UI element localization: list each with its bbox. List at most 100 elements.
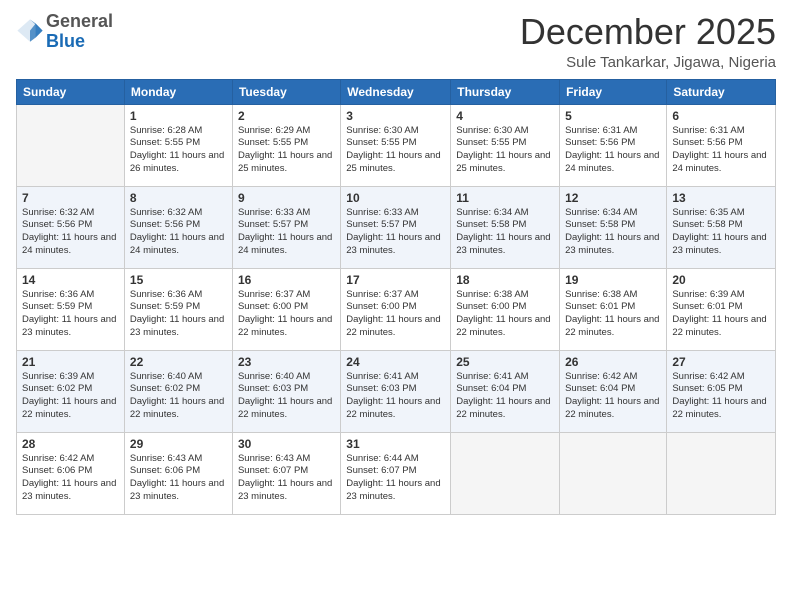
day-number: 27	[672, 355, 770, 369]
calendar-cell	[560, 432, 667, 514]
calendar-week-row: 1 Sunrise: 6:28 AM Sunset: 5:55 PM Daylig…	[17, 104, 776, 186]
day-number: 19	[565, 273, 661, 287]
day-info: Sunrise: 6:39 AM Sunset: 6:01 PM Dayligh…	[672, 289, 770, 340]
day-number: 5	[565, 109, 661, 123]
calendar-week-row: 7Sunrise: 6:32 AM Sunset: 5:56 PM Daylig…	[17, 186, 776, 268]
logo-icon	[16, 18, 44, 46]
day-info: Sunrise: 6:43 AM Sunset: 6:06 PM Dayligh…	[130, 453, 227, 504]
day-info: Sunrise: 6:43 AM Sunset: 6:07 PM Dayligh…	[238, 453, 335, 504]
calendar-cell: 21Sunrise: 6:39 AM Sunset: 6:02 PM Dayli…	[17, 350, 125, 432]
calendar-week-row: 14 Sunrise: 6:36 AM Sunset: 5:59 PM Dayli…	[17, 268, 776, 350]
day-number: 14	[22, 273, 119, 287]
day-info: Sunrise: 6:42 AM Sunset: 6:05 PM Dayligh…	[672, 371, 770, 422]
day-info: Sunrise: 6:40 AM Sunset: 6:02 PM Dayligh…	[130, 371, 227, 422]
day-info: Sunrise: 6:36 AM Sunset: 5:59 PM Dayligh…	[22, 289, 119, 340]
page: General Blue December 2025 Sule Tankarka…	[0, 0, 792, 612]
col-header-saturday: Saturday	[667, 79, 776, 104]
calendar-cell: 20 Sunrise: 6:39 AM Sunset: 6:01 PM Dayli…	[667, 268, 776, 350]
day-number: 22	[130, 355, 227, 369]
calendar-cell	[451, 432, 560, 514]
day-number: 6	[672, 109, 770, 123]
day-info: Sunrise: 6:30 AM Sunset: 5:55 PM Dayligh…	[456, 125, 554, 176]
calendar-cell: 10 Sunrise: 6:33 AM Sunset: 5:57 PM Dayli…	[341, 186, 451, 268]
calendar-cell: 24Sunrise: 6:41 AM Sunset: 6:03 PM Dayli…	[341, 350, 451, 432]
title-block: December 2025 Sule Tankarkar, Jigawa, Ni…	[520, 12, 776, 71]
calendar-cell: 11Sunrise: 6:34 AM Sunset: 5:58 PM Dayli…	[451, 186, 560, 268]
calendar-week-row: 28 Sunrise: 6:42 AM Sunset: 6:06 PM Dayli…	[17, 432, 776, 514]
day-number: 29	[130, 437, 227, 451]
col-header-thursday: Thursday	[451, 79, 560, 104]
day-number: 4	[456, 109, 554, 123]
col-header-monday: Monday	[124, 79, 232, 104]
day-number: 15	[130, 273, 227, 287]
day-number: 13	[672, 191, 770, 205]
calendar-cell	[17, 104, 125, 186]
day-info: Sunrise: 6:30 AM Sunset: 5:55 PM Dayligh…	[346, 125, 445, 176]
calendar-cell: 16 Sunrise: 6:37 AM Sunset: 6:00 PM Dayli…	[232, 268, 340, 350]
col-header-friday: Friday	[560, 79, 667, 104]
calendar-week-row: 21Sunrise: 6:39 AM Sunset: 6:02 PM Dayli…	[17, 350, 776, 432]
day-number: 16	[238, 273, 335, 287]
month-title: December 2025	[520, 12, 776, 52]
day-info: Sunrise: 6:36 AM Sunset: 5:59 PM Dayligh…	[130, 289, 227, 340]
day-number: 12	[565, 191, 661, 205]
day-info: Sunrise: 6:34 AM Sunset: 5:58 PM Dayligh…	[456, 207, 554, 258]
calendar-cell: 17Sunrise: 6:37 AM Sunset: 6:00 PM Dayli…	[341, 268, 451, 350]
day-info: Sunrise: 6:38 AM Sunset: 6:01 PM Dayligh…	[565, 289, 661, 340]
calendar-cell: 14 Sunrise: 6:36 AM Sunset: 5:59 PM Dayli…	[17, 268, 125, 350]
day-number: 31	[346, 437, 445, 451]
day-info: Sunrise: 6:40 AM Sunset: 6:03 PM Dayligh…	[238, 371, 335, 422]
day-info: Sunrise: 6:31 AM Sunset: 5:56 PM Dayligh…	[565, 125, 661, 176]
calendar-cell: 12 Sunrise: 6:34 AM Sunset: 5:58 PM Dayli…	[560, 186, 667, 268]
day-number: 7	[22, 191, 119, 205]
day-number: 23	[238, 355, 335, 369]
day-number: 24	[346, 355, 445, 369]
calendar-cell: 4 Sunrise: 6:30 AM Sunset: 5:55 PM Daylig…	[451, 104, 560, 186]
calendar-cell: 31 Sunrise: 6:44 AM Sunset: 6:07 PM Dayli…	[341, 432, 451, 514]
day-number: 2	[238, 109, 335, 123]
calendar-cell: 18 Sunrise: 6:38 AM Sunset: 6:00 PM Dayli…	[451, 268, 560, 350]
calendar-cell: 5 Sunrise: 6:31 AM Sunset: 5:56 PM Daylig…	[560, 104, 667, 186]
calendar-table: SundayMondayTuesdayWednesdayThursdayFrid…	[16, 79, 776, 515]
calendar-cell: 6 Sunrise: 6:31 AM Sunset: 5:56 PM Daylig…	[667, 104, 776, 186]
day-number: 18	[456, 273, 554, 287]
calendar-cell: 30 Sunrise: 6:43 AM Sunset: 6:07 PM Dayli…	[232, 432, 340, 514]
day-info: Sunrise: 6:31 AM Sunset: 5:56 PM Dayligh…	[672, 125, 770, 176]
calendar-cell: 8Sunrise: 6:32 AM Sunset: 5:56 PM Daylig…	[124, 186, 232, 268]
day-info: Sunrise: 6:33 AM Sunset: 5:57 PM Dayligh…	[238, 207, 335, 258]
day-info: Sunrise: 6:28 AM Sunset: 5:55 PM Dayligh…	[130, 125, 227, 176]
day-info: Sunrise: 6:37 AM Sunset: 6:00 PM Dayligh…	[238, 289, 335, 340]
day-info: Sunrise: 6:41 AM Sunset: 6:04 PM Dayligh…	[456, 371, 554, 422]
day-info: Sunrise: 6:39 AM Sunset: 6:02 PM Dayligh…	[22, 371, 119, 422]
day-number: 26	[565, 355, 661, 369]
logo-text: General Blue	[46, 12, 113, 52]
calendar-cell: 15 Sunrise: 6:36 AM Sunset: 5:59 PM Dayli…	[124, 268, 232, 350]
location-title: Sule Tankarkar, Jigawa, Nigeria	[520, 54, 776, 71]
calendar-cell: 13 Sunrise: 6:35 AM Sunset: 5:58 PM Dayli…	[667, 186, 776, 268]
calendar-cell: 23 Sunrise: 6:40 AM Sunset: 6:03 PM Dayli…	[232, 350, 340, 432]
calendar-cell: 29 Sunrise: 6:43 AM Sunset: 6:06 PM Dayli…	[124, 432, 232, 514]
calendar-cell: 22 Sunrise: 6:40 AM Sunset: 6:02 PM Dayli…	[124, 350, 232, 432]
calendar-cell: 1 Sunrise: 6:28 AM Sunset: 5:55 PM Daylig…	[124, 104, 232, 186]
day-number: 9	[238, 191, 335, 205]
calendar-cell: 2Sunrise: 6:29 AM Sunset: 5:55 PM Daylig…	[232, 104, 340, 186]
day-number: 30	[238, 437, 335, 451]
day-info: Sunrise: 6:44 AM Sunset: 6:07 PM Dayligh…	[346, 453, 445, 504]
day-info: Sunrise: 6:38 AM Sunset: 6:00 PM Dayligh…	[456, 289, 554, 340]
col-header-sunday: Sunday	[17, 79, 125, 104]
day-info: Sunrise: 6:35 AM Sunset: 5:58 PM Dayligh…	[672, 207, 770, 258]
day-info: Sunrise: 6:33 AM Sunset: 5:57 PM Dayligh…	[346, 207, 445, 258]
day-number: 10	[346, 191, 445, 205]
logo-general: General	[46, 12, 113, 32]
day-number: 25	[456, 355, 554, 369]
calendar-cell: 27 Sunrise: 6:42 AM Sunset: 6:05 PM Dayli…	[667, 350, 776, 432]
calendar-cell: 25 Sunrise: 6:41 AM Sunset: 6:04 PM Dayli…	[451, 350, 560, 432]
day-info: Sunrise: 6:42 AM Sunset: 6:06 PM Dayligh…	[22, 453, 119, 504]
day-number: 1	[130, 109, 227, 123]
calendar-cell: 9 Sunrise: 6:33 AM Sunset: 5:57 PM Daylig…	[232, 186, 340, 268]
day-number: 20	[672, 273, 770, 287]
calendar-header-row: SundayMondayTuesdayWednesdayThursdayFrid…	[17, 79, 776, 104]
calendar-cell	[667, 432, 776, 514]
day-number: 28	[22, 437, 119, 451]
day-info: Sunrise: 6:34 AM Sunset: 5:58 PM Dayligh…	[565, 207, 661, 258]
